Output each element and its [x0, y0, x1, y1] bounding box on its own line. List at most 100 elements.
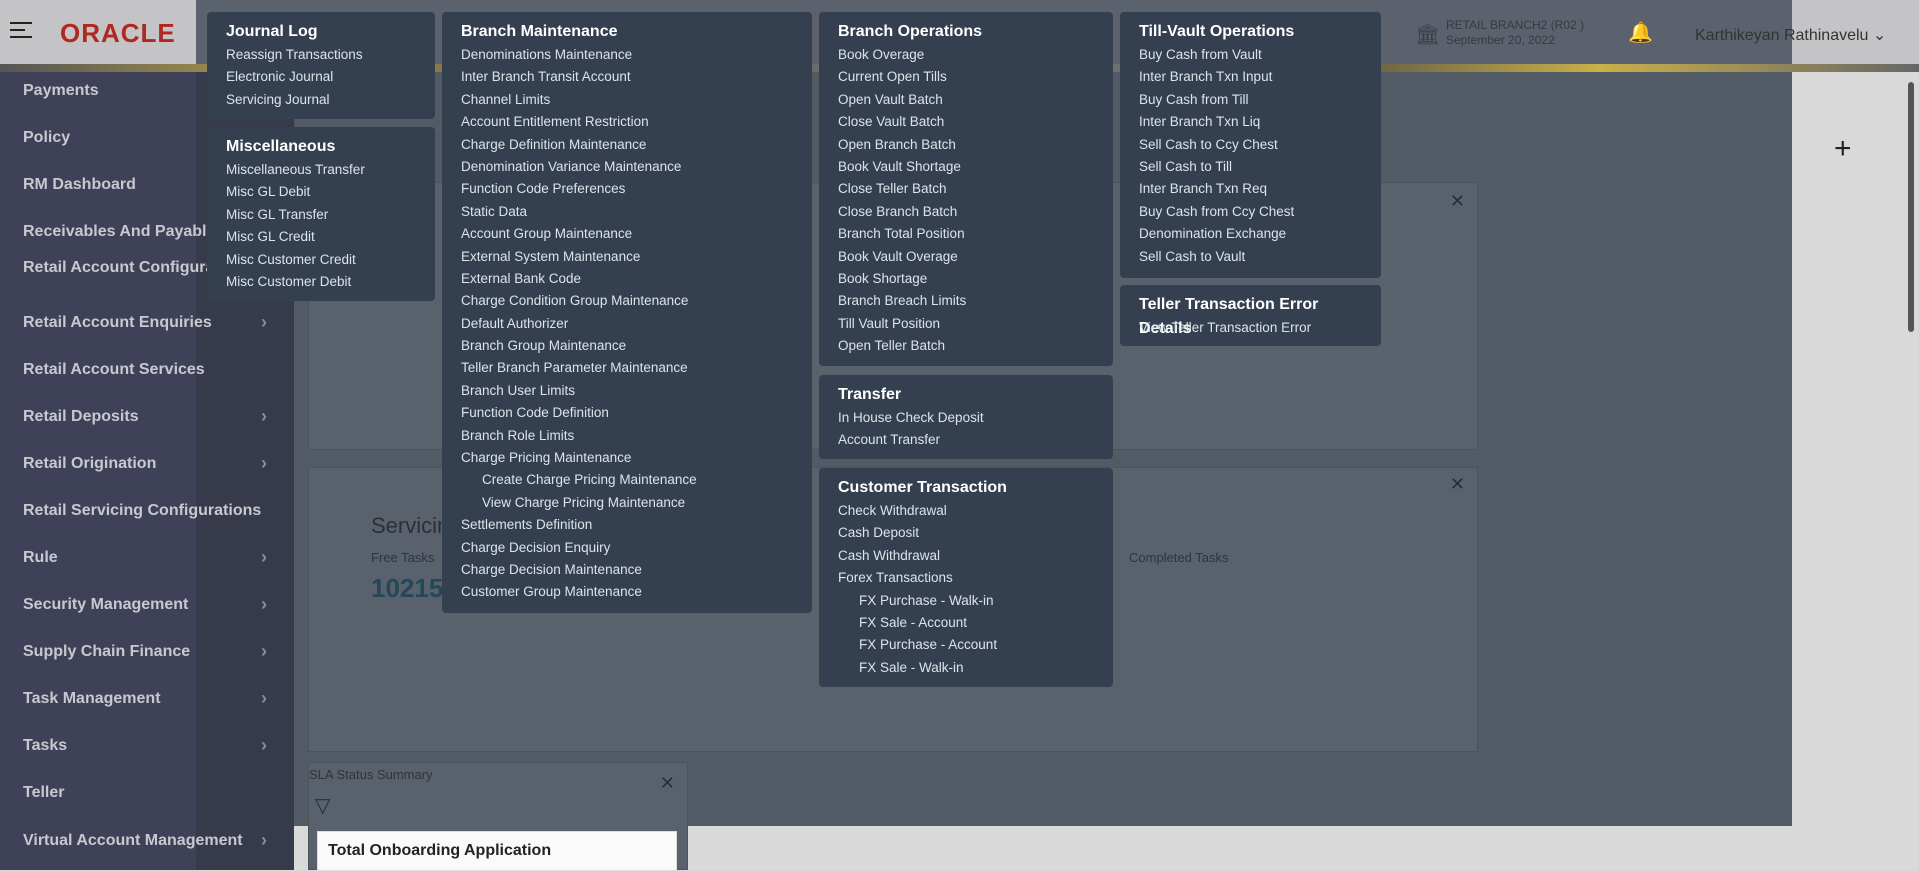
menu-group-title: Till-Vault Operations — [1139, 23, 1295, 40]
free-tasks-label: Free Tasks — [371, 550, 435, 565]
menu-item-misc-gl-credit[interactable]: Misc GL Credit — [226, 226, 416, 248]
sidebar-item-security-management[interactable]: Security Management › — [23, 594, 283, 615]
menu-item-inter-branch-txn-liq[interactable]: Inter Branch Txn Liq — [1139, 111, 1362, 133]
menu-item-channel-limits[interactable]: Channel Limits — [461, 89, 793, 111]
chevron-right-icon: › — [261, 406, 267, 426]
menu-item-close-branch-batch[interactable]: Close Branch Batch — [838, 201, 1094, 223]
menu-item-denomination-exchange[interactable]: Denomination Exchange — [1139, 223, 1362, 245]
add-widget-plus-icon[interactable]: + — [1834, 132, 1852, 166]
menu-item-create-charge-pricing-maintenance[interactable]: Create Charge Pricing Maintenance — [461, 469, 793, 491]
sidebar-item-virtual-account-management[interactable]: Virtual Account Management › — [23, 830, 283, 851]
menu-item-reassign-transactions[interactable]: Reassign Transactions — [226, 44, 416, 66]
menu-item-account-group-maintenance[interactable]: Account Group Maintenance — [461, 223, 793, 245]
sidebar-item-retail-deposits[interactable]: Retail Deposits › — [23, 406, 283, 427]
menu-item-book-overage[interactable]: Book Overage — [838, 44, 1094, 66]
menu-item-settlements-definition[interactable]: Settlements Definition — [461, 514, 793, 536]
menu-item-inter-branch-txn-input[interactable]: Inter Branch Txn Input — [1139, 66, 1362, 88]
menu-item-open-branch-batch[interactable]: Open Branch Batch — [838, 134, 1094, 156]
menu-item-misc-gl-debit[interactable]: Misc GL Debit — [226, 181, 416, 203]
menu-item-charge-condition-group-maintenance[interactable]: Charge Condition Group Maintenance — [461, 290, 793, 312]
menu-item-electronic-journal[interactable]: Electronic Journal — [226, 66, 416, 88]
menu-item-open-vault-batch[interactable]: Open Vault Batch — [838, 89, 1094, 111]
menu-item-inter-branch-txn-req[interactable]: Inter Branch Txn Req — [1139, 178, 1362, 200]
menu-item-teller-branch-parameter-maintenance[interactable]: Teller Branch Parameter Maintenance — [461, 357, 793, 379]
menu-item-denominations-maintenance[interactable]: Denominations Maintenance — [461, 44, 793, 66]
menu-item-inter-branch-transit-account[interactable]: Inter Branch Transit Account — [461, 66, 793, 88]
sidebar-item-label: Retail Servicing Configurations — [23, 502, 262, 519]
menu-item-charge-pricing-maintenance[interactable]: Charge Pricing Maintenance — [461, 447, 793, 469]
menu-item-fx-purchase-account[interactable]: FX Purchase - Account — [838, 634, 1094, 656]
branch-selector[interactable]: RETAIL BRANCH2 (R02 ) September 20, 2022 — [1446, 18, 1584, 48]
close-icon[interactable]: ✕ — [1450, 191, 1465, 212]
menu-item-book-vault-shortage[interactable]: Book Vault Shortage — [838, 156, 1094, 178]
menu-item-denomination-variance-maintenance[interactable]: Denomination Variance Maintenance — [461, 156, 793, 178]
sidebar-item-teller[interactable]: Teller — [23, 782, 283, 803]
menu-item-till-vault-position[interactable]: Till Vault Position — [838, 313, 1094, 335]
sidebar-item-tasks[interactable]: Tasks › — [23, 735, 283, 756]
sidebar-item-retail-servicing-configurations[interactable]: Retail Servicing Configurations — [23, 500, 283, 521]
menu-item-servicing-journal[interactable]: Servicing Journal — [226, 89, 416, 111]
menu-item-forex-transactions[interactable]: Forex Transactions — [838, 567, 1094, 589]
menu-item-charge-decision-enquiry[interactable]: Charge Decision Enquiry — [461, 537, 793, 559]
menu-item-external-system-maintenance[interactable]: External System Maintenance — [461, 246, 793, 268]
menu-item-branch-group-maintenance[interactable]: Branch Group Maintenance — [461, 335, 793, 357]
menu-item-misc-customer-debit[interactable]: Misc Customer Debit — [226, 271, 416, 293]
filter-icon[interactable]: ▽ — [315, 793, 330, 818]
chevron-right-icon: › — [261, 830, 267, 850]
menu-item-customer-group-maintenance[interactable]: Customer Group Maintenance — [461, 581, 793, 603]
sidebar-item-retail-account-enquiries[interactable]: Retail Account Enquiries › — [23, 312, 283, 333]
scrollbar[interactable] — [1908, 82, 1914, 332]
menu-item-misc-customer-credit[interactable]: Misc Customer Credit — [226, 249, 416, 271]
sidebar-item-retail-origination[interactable]: Retail Origination › — [23, 453, 283, 474]
menu-item-sell-cash-to-vault[interactable]: Sell Cash to Vault — [1139, 246, 1362, 268]
menu-item-fx-sale-account[interactable]: FX Sale - Account — [838, 612, 1094, 634]
menu-item-close-vault-batch[interactable]: Close Vault Batch — [838, 111, 1094, 133]
menu-item-in-house-check-deposit[interactable]: In House Check Deposit — [838, 407, 1094, 429]
menu-item-branch-user-limits[interactable]: Branch User Limits — [461, 380, 793, 402]
hamburger-menu-icon[interactable] — [10, 22, 32, 38]
menu-item-sell-cash-to-till[interactable]: Sell Cash to Till — [1139, 156, 1362, 178]
menu-item-close-teller-batch[interactable]: Close Teller Batch — [838, 178, 1094, 200]
menu-item-sell-cash-to-ccy-chest[interactable]: Sell Cash to Ccy Chest — [1139, 134, 1362, 156]
menu-item-charge-definition-maintenance[interactable]: Charge Definition Maintenance — [461, 134, 793, 156]
user-menu[interactable]: Karthikeyan Rathinavelu ⌄ — [1695, 25, 1886, 45]
menu-item-buy-cash-from-vault[interactable]: Buy Cash from Vault — [1139, 44, 1362, 66]
menu-item-buy-cash-from-ccy-chest[interactable]: Buy Cash from Ccy Chest — [1139, 201, 1362, 223]
menu-item-cash-withdrawal[interactable]: Cash Withdrawal — [838, 545, 1094, 567]
menu-item-account-transfer[interactable]: Account Transfer — [838, 429, 1094, 451]
menu-item-branch-role-limits[interactable]: Branch Role Limits — [461, 425, 793, 447]
menu-item-static-data[interactable]: Static Data — [461, 201, 793, 223]
menu-item-book-vault-overage[interactable]: Book Vault Overage — [838, 246, 1094, 268]
menu-group-title: Teller Transaction Error Details — [1139, 296, 1319, 337]
menu-item-buy-cash-from-till[interactable]: Buy Cash from Till — [1139, 89, 1362, 111]
sidebar-item-rule[interactable]: Rule › — [23, 547, 283, 568]
menu-item-current-open-tills[interactable]: Current Open Tills — [838, 66, 1094, 88]
menu-item-default-authorizer[interactable]: Default Authorizer — [461, 313, 793, 335]
menu-item-view-teller-transaction-error[interactable]: View Teller Transaction Error — [1139, 317, 1362, 339]
menu-item-cash-deposit[interactable]: Cash Deposit — [838, 522, 1094, 544]
menu-item-function-code-preferences[interactable]: Function Code Preferences — [461, 178, 793, 200]
menu-item-fx-sale-walk-in[interactable]: FX Sale - Walk-in — [838, 657, 1094, 679]
menu-item-external-bank-code[interactable]: External Bank Code — [461, 268, 793, 290]
sidebar-item-retail-account-services[interactable]: Retail Account Services — [23, 359, 283, 380]
total-onboarding-title: Total Onboarding Application — [317, 831, 677, 871]
menu-item-open-teller-batch[interactable]: Open Teller Batch — [838, 335, 1094, 357]
menu-item-fx-purchase-walk-in[interactable]: FX Purchase - Walk-in — [838, 590, 1094, 612]
menu-item-view-charge-pricing-maintenance[interactable]: View Charge Pricing Maintenance — [461, 492, 793, 514]
menu-item-misc-gl-transfer[interactable]: Misc GL Transfer — [226, 204, 416, 226]
menu-item-branch-total-position[interactable]: Branch Total Position — [838, 223, 1094, 245]
menu-item-account-entitlement-restriction[interactable]: Account Entitlement Restriction — [461, 111, 793, 133]
menu-item-miscellaneous-transfer[interactable]: Miscellaneous Transfer — [226, 159, 416, 181]
chevron-right-icon: › — [261, 594, 267, 614]
bell-icon[interactable]: 🔔 — [1628, 20, 1653, 45]
close-icon[interactable]: ✕ — [1450, 474, 1465, 495]
menu-item-function-code-definition[interactable]: Function Code Definition — [461, 402, 793, 424]
close-icon[interactable]: ✕ — [660, 773, 675, 794]
sidebar-item-supply-chain-finance[interactable]: Supply Chain Finance › — [23, 641, 283, 662]
menu-item-charge-decision-maintenance[interactable]: Charge Decision Maintenance — [461, 559, 793, 581]
menu-item-check-withdrawal[interactable]: Check Withdrawal — [838, 500, 1094, 522]
sidebar-item-task-management[interactable]: Task Management › — [23, 688, 283, 709]
menu-group-title: Customer Transaction — [838, 479, 1007, 496]
menu-item-book-shortage[interactable]: Book Shortage — [838, 268, 1094, 290]
menu-item-branch-breach-limits[interactable]: Branch Breach Limits — [838, 290, 1094, 312]
